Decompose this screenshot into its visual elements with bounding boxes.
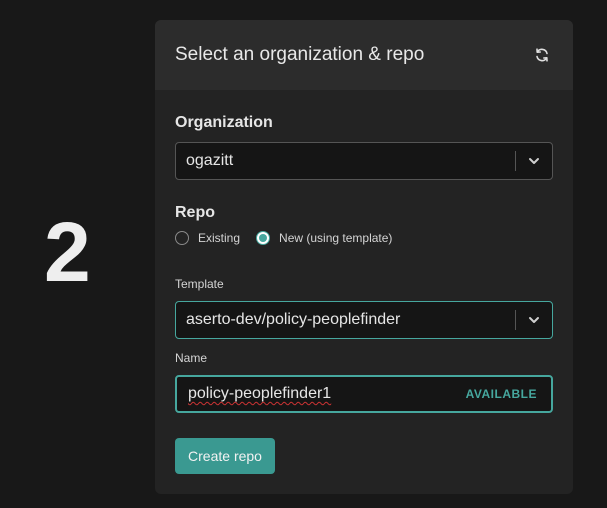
repo-radio-group: Existing New (using template) xyxy=(175,231,408,245)
name-input[interactable]: policy-peoplefinder1 AVAILABLE xyxy=(175,375,553,413)
repo-selection-card: Select an organization & repo Organizati… xyxy=(155,20,573,494)
step-number: 2 xyxy=(44,205,91,299)
availability-status-badge: AVAILABLE xyxy=(465,387,537,401)
radio-new-using-template[interactable]: New (using template) xyxy=(256,231,392,245)
chevron-down-icon xyxy=(516,302,552,338)
refresh-icon[interactable] xyxy=(531,44,553,66)
card-title: Select an organization & repo xyxy=(175,44,425,65)
radio-existing-circle xyxy=(175,231,189,245)
name-input-value: policy-peoplefinder1 xyxy=(188,385,332,402)
radio-new-label: New (using template) xyxy=(279,231,393,245)
create-repo-button[interactable]: Create repo xyxy=(175,438,275,474)
organization-label: Organization xyxy=(175,114,273,131)
repo-label: Repo xyxy=(175,204,215,221)
organization-select-value: ogazitt xyxy=(186,152,234,169)
card-header: Select an organization & repo xyxy=(155,20,573,90)
name-label: Name xyxy=(175,351,208,365)
template-select-value: aserto-dev/policy-peoplefinder xyxy=(186,311,401,328)
chevron-down-icon xyxy=(516,143,552,179)
radio-existing[interactable]: Existing xyxy=(175,231,240,245)
organization-select[interactable]: ogazitt xyxy=(175,142,553,180)
template-select[interactable]: aserto-dev/policy-peoplefinder xyxy=(175,301,553,339)
radio-new-circle xyxy=(256,231,271,245)
template-label: Template xyxy=(175,277,224,291)
radio-existing-label: Existing xyxy=(198,231,241,245)
